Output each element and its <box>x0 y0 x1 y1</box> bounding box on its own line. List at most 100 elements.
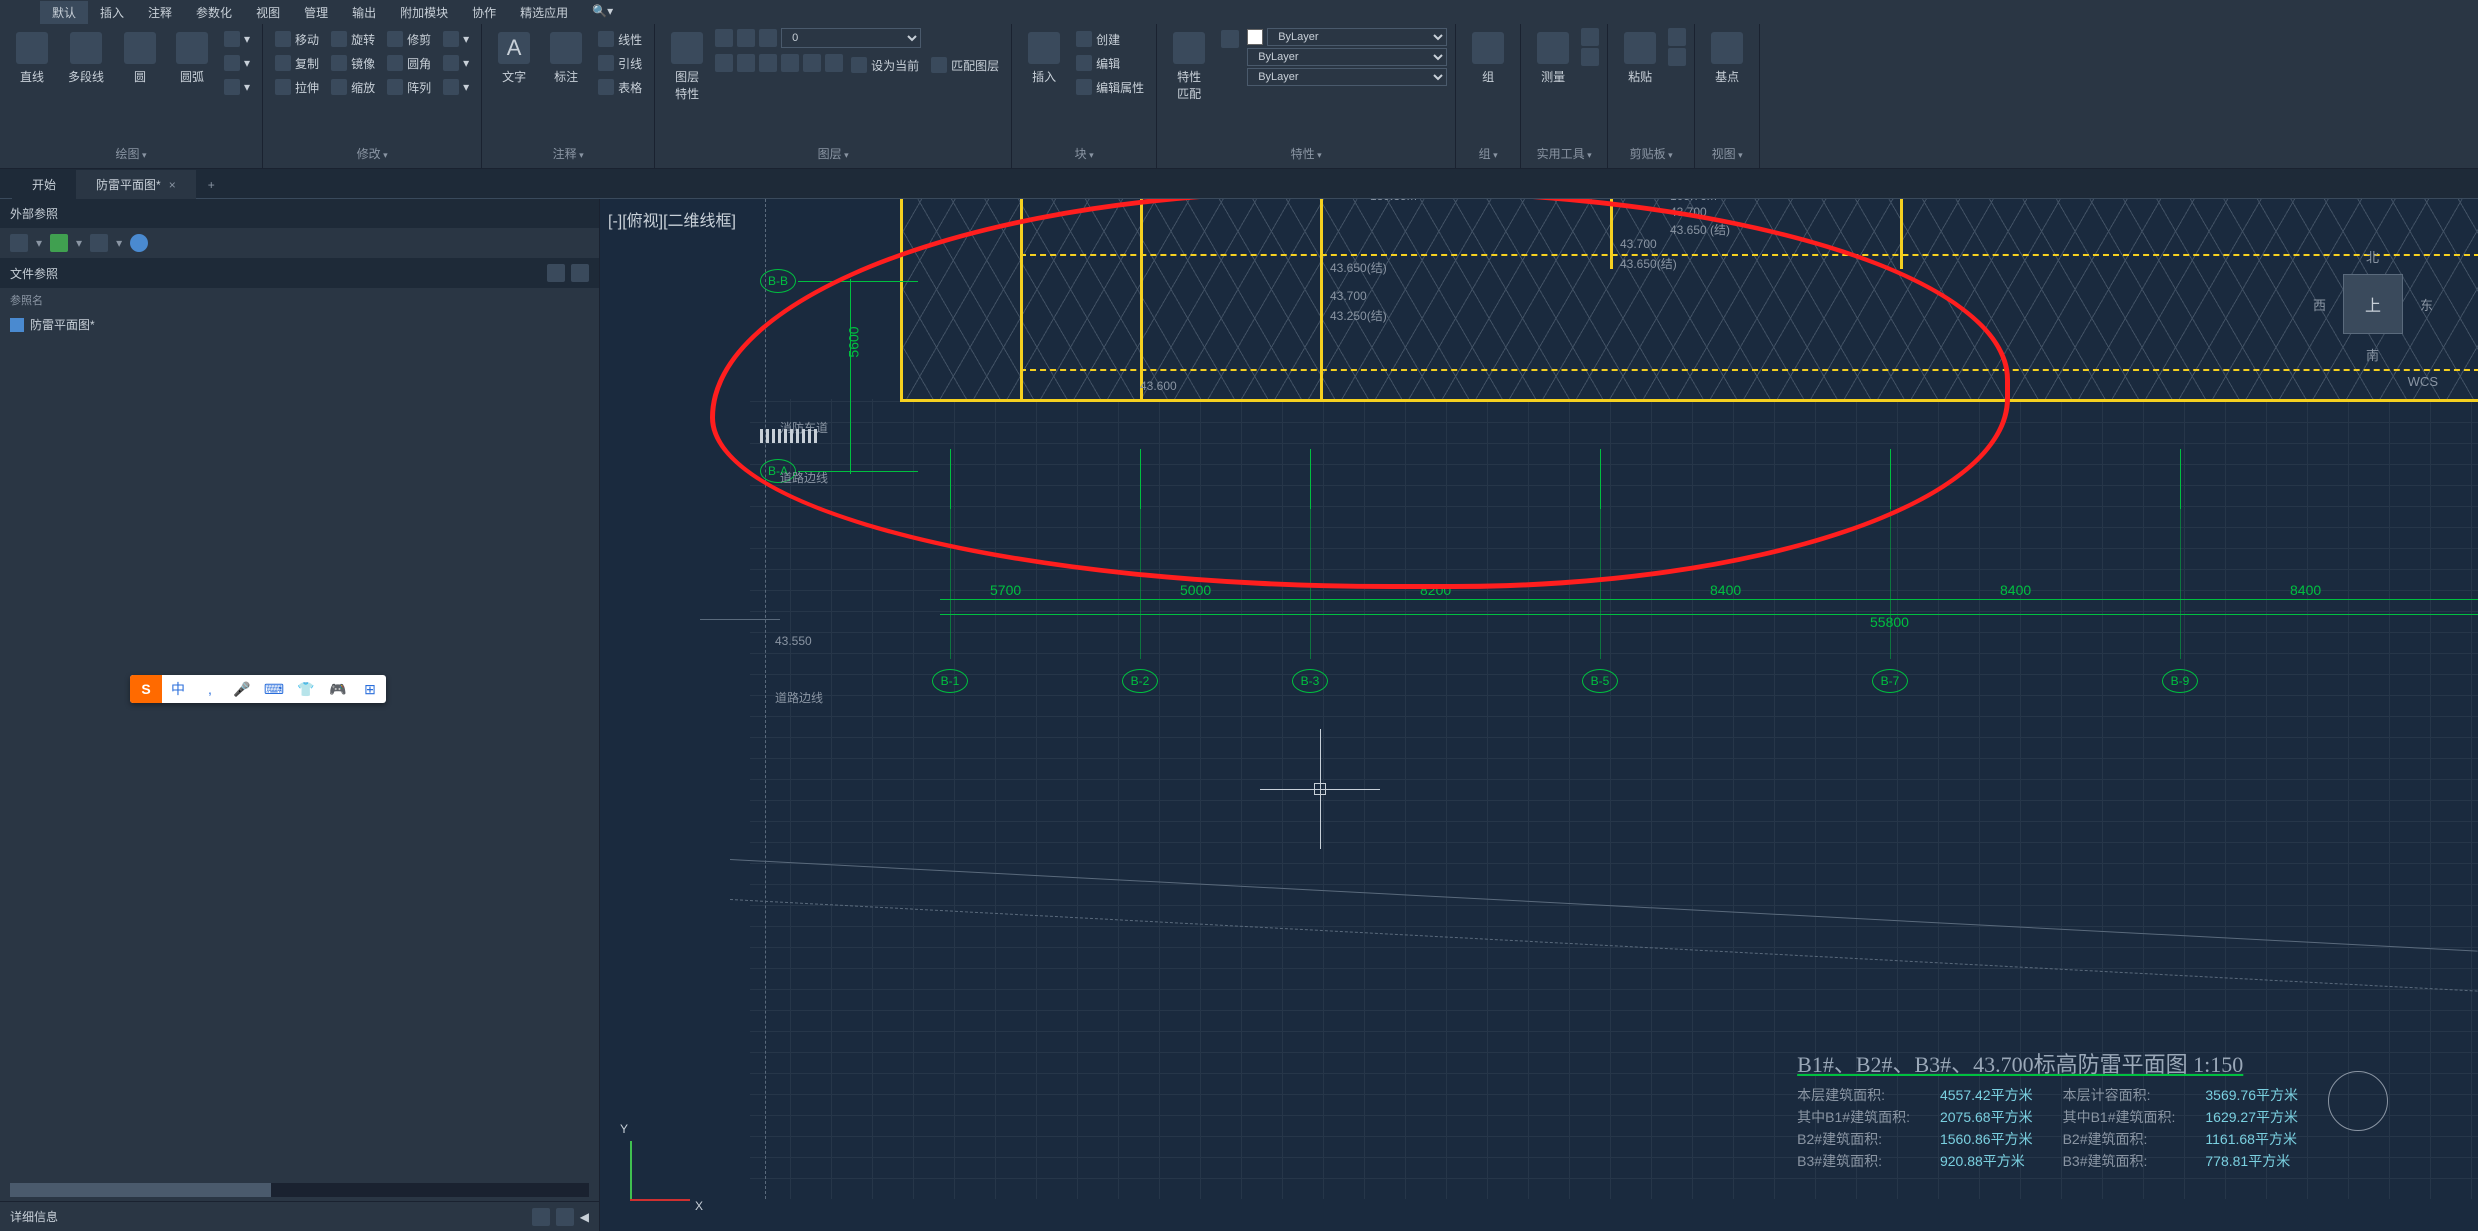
color-picker-icon[interactable] <box>1221 30 1239 48</box>
tree-icon[interactable] <box>90 234 108 252</box>
draw-small-0[interactable]: ▾ <box>220 28 254 50</box>
ime-toolbar[interactable]: S中,🎤⌨👕🎮⊞ <box>130 675 386 703</box>
cut-icon[interactable] <box>1668 28 1686 46</box>
linetype-select[interactable]: ByLayer <box>1247 48 1447 66</box>
menu-输出[interactable]: 输出 <box>340 1 388 24</box>
trim-button[interactable]: 修剪 <box>383 28 435 50</box>
mirror-button[interactable]: 镜像 <box>327 52 379 74</box>
表格-button[interactable]: 表格 <box>594 76 646 98</box>
tree-view-icon[interactable] <box>571 264 589 282</box>
measure-button[interactable]: 测量 <box>1529 28 1577 89</box>
menu-精选应用[interactable]: 精选应用 <box>508 1 580 24</box>
lineweight-select[interactable]: ByLayer <box>1247 68 1447 86</box>
util-icon-1[interactable] <box>1581 28 1599 46</box>
scale-button[interactable]: 缩放 <box>327 76 379 98</box>
text-button[interactable]: A文字 <box>490 28 538 89</box>
ime-cell-1[interactable]: 中 <box>162 675 194 703</box>
layer-tool-4[interactable] <box>803 54 821 72</box>
detail-icon-1[interactable] <box>532 1208 550 1226</box>
draw-small-1[interactable]: ▾ <box>220 52 254 74</box>
panel-modify: 移动复制拉伸旋转镜像缩放修剪圆角阵列 ▾ ▾ ▾ 修改 <box>263 24 482 168</box>
menu-插入[interactable]: 插入 <box>88 1 136 24</box>
dim-button[interactable]: 标注 <box>542 28 590 89</box>
util-icon-2[interactable] <box>1581 48 1599 66</box>
draw-small-2[interactable]: ▾ <box>220 76 254 98</box>
编辑属性-button[interactable]: 编辑属性 <box>1072 76 1148 98</box>
viewcube[interactable]: 上 北 东 南 西 WCS <box>2308 239 2438 369</box>
basepoint-button[interactable]: 基点 <box>1703 28 1751 89</box>
xref-item[interactable]: 防雷平面图* <box>0 312 599 337</box>
ime-cell-3[interactable]: 🎤 <box>226 675 258 703</box>
rotate-button[interactable]: 旋转 <box>327 28 379 50</box>
insert-button[interactable]: 插入 <box>1020 28 1068 89</box>
ime-cell-2[interactable]: , <box>194 675 226 703</box>
match-props-button[interactable]: 特性 匹配 <box>1165 28 1213 106</box>
titleblock-cell: 本层建筑面积: <box>1797 1085 1910 1105</box>
menu-视图[interactable]: 视图 <box>244 1 292 24</box>
layer-state-icon[interactable] <box>715 29 733 47</box>
modify-extra-2[interactable]: ▾ <box>439 76 473 98</box>
layer-lock-icon[interactable] <box>759 29 777 47</box>
color-swatch[interactable] <box>1247 29 1263 45</box>
modify-extra-0[interactable]: ▾ <box>439 28 473 50</box>
引线-button[interactable]: 引线 <box>594 52 646 74</box>
list-view-icon[interactable] <box>547 264 565 282</box>
编辑-button[interactable]: 编辑 <box>1072 52 1148 74</box>
search-icon[interactable]: 🔍▾ <box>580 1 625 24</box>
layer-tool-5[interactable] <box>825 54 843 72</box>
stretch-button[interactable]: 拉伸 <box>271 76 323 98</box>
help-icon[interactable] <box>130 234 148 252</box>
menu-管理[interactable]: 管理 <box>292 1 340 24</box>
menu-默认[interactable]: 默认 <box>40 1 88 24</box>
ime-cell-4[interactable]: ⌨ <box>258 675 290 703</box>
layer-props-button[interactable]: 图层 特性 <box>663 28 711 106</box>
copy-button[interactable]: 复制 <box>271 52 323 74</box>
圆-button[interactable]: 圆 <box>116 28 164 89</box>
menu-注释[interactable]: 注释 <box>136 1 184 24</box>
add-tab-button[interactable]: + <box>196 172 227 198</box>
圆弧-button[interactable]: 圆弧 <box>168 28 216 89</box>
ime-cell-0[interactable]: S <box>130 675 162 703</box>
创建-button[interactable]: 创建 <box>1072 28 1148 50</box>
layer-tool-1[interactable] <box>737 54 755 72</box>
layer-select[interactable]: 0 <box>781 28 921 48</box>
匹配图层-button[interactable]: 匹配图层 <box>927 54 1003 76</box>
layer-tool-0[interactable] <box>715 54 733 72</box>
paste-button[interactable]: 粘贴 <box>1616 28 1664 89</box>
ucs-x-axis <box>630 1199 690 1201</box>
ime-cell-7[interactable]: ⊞ <box>354 675 386 703</box>
refresh-icon[interactable] <box>50 234 68 252</box>
color-select[interactable]: ByLayer <box>1267 28 1447 46</box>
tab-开始[interactable]: 开始 <box>12 170 76 199</box>
drawing-canvas[interactable]: [-][俯视][二维线框] B-1B-2B-3B-5B-7B-957005000… <box>600 199 2478 1231</box>
detail-icon-2[interactable] <box>556 1208 574 1226</box>
viewcube-face[interactable]: 上 <box>2343 274 2403 334</box>
ime-cell-5[interactable]: 👕 <box>290 675 322 703</box>
layer-freeze-icon[interactable] <box>737 29 755 47</box>
tab-防雷平面图*[interactable]: 防雷平面图*× <box>76 170 196 199</box>
group-button[interactable]: 组 <box>1464 28 1512 89</box>
设为当前-button[interactable]: 设为当前 <box>847 54 923 76</box>
多段线-button[interactable]: 多段线 <box>60 28 112 89</box>
layer-tool-2[interactable] <box>759 54 777 72</box>
drawing-title: B1#、B2#、B3#、43.700标高防雷平面图 1:150 <box>1797 1047 2298 1079</box>
titleblock-cell: B2#建筑面积: <box>2063 1129 2176 1149</box>
menu-附加模块[interactable]: 附加模块 <box>388 1 460 24</box>
layer-tool-3[interactable] <box>781 54 799 72</box>
close-icon[interactable]: × <box>169 178 176 192</box>
线性-button[interactable]: 线性 <box>594 28 646 50</box>
ime-cell-6[interactable]: 🎮 <box>322 675 354 703</box>
copy-icon[interactable] <box>1668 48 1686 66</box>
modify-extra-1[interactable]: ▾ <box>439 52 473 74</box>
menu-参数化[interactable]: 参数化 <box>184 1 244 24</box>
panel-util: 测量 实用工具 <box>1521 24 1608 168</box>
collapse-icon[interactable]: ◀ <box>580 1210 589 1224</box>
fillet-button[interactable]: 圆角 <box>383 52 435 74</box>
grid-bubble: B-5 <box>1582 669 1618 693</box>
attach-icon[interactable] <box>10 234 28 252</box>
sidebar-scrollbar[interactable] <box>10 1183 589 1197</box>
move-button[interactable]: 移动 <box>271 28 323 50</box>
array-button[interactable]: 阵列 <box>383 76 435 98</box>
menu-协作[interactable]: 协作 <box>460 1 508 24</box>
直线-button[interactable]: 直线 <box>8 28 56 89</box>
